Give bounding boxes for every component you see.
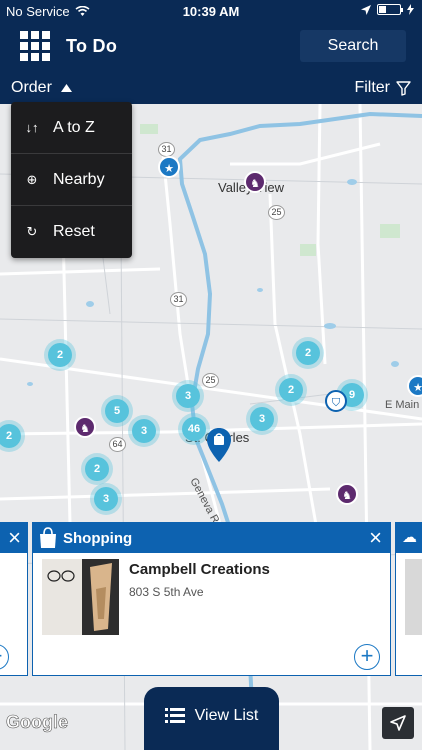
route-shield: 64	[109, 437, 126, 452]
my-location-button[interactable]	[382, 707, 414, 739]
clock: 10:39 AM	[182, 4, 240, 19]
street-label-e-main-st: E Main St	[385, 399, 422, 411]
filter-label: Filter	[354, 79, 390, 96]
map-cluster[interactable]: 2	[296, 341, 320, 365]
sort-option-label: A to Z	[53, 118, 95, 136]
map-cluster[interactable]: 3	[132, 419, 156, 443]
crosshair-icon: ⊕	[26, 171, 38, 187]
view-list-label: View List	[194, 706, 259, 724]
map-cluster[interactable]: 2	[85, 457, 109, 481]
star-poi-icon[interactable]: ★	[407, 375, 422, 397]
route-shield: 31	[158, 142, 175, 157]
place-address: 803 S 5th Ave	[129, 585, 204, 599]
route-shield: 25	[202, 373, 219, 388]
place-name[interactable]: Campbell Creations	[129, 561, 270, 578]
result-cards[interactable]: × + Shopping × Campbell Creations 803 S …	[0, 522, 422, 676]
search-button[interactable]: Search	[300, 30, 406, 62]
close-icon[interactable]: ×	[8, 525, 21, 551]
reset-icon: ↻	[26, 224, 38, 239]
map-cluster[interactable]: 5	[105, 399, 129, 423]
result-card-next[interactable]: ☁	[395, 522, 422, 676]
sort-option-label: Reset	[53, 223, 95, 240]
activity-poi-icon[interactable]: ♞	[336, 483, 358, 505]
battery-icon	[377, 4, 403, 15]
order-button[interactable]: Order	[11, 79, 72, 97]
shopping-poi-icon[interactable]: ⛉	[325, 390, 347, 412]
selected-pin-icon[interactable]	[207, 428, 231, 462]
map-cluster[interactable]: 2	[48, 343, 72, 367]
place-photo	[42, 559, 119, 635]
view-list-button[interactable]: View List	[144, 687, 279, 750]
card-category: Shopping	[63, 530, 133, 547]
sort-option-label: Nearby	[53, 170, 105, 188]
page-title: To Do	[66, 36, 118, 56]
list-icon	[164, 708, 185, 723]
shopping-bag-icon	[40, 527, 56, 548]
result-card[interactable]: Shopping × Campbell Creations 803 S 5th …	[32, 522, 391, 676]
map-cluster[interactable]: 46	[182, 417, 206, 441]
order-label: Order	[11, 79, 52, 96]
map-cluster[interactable]: 3	[250, 407, 274, 431]
status-bar: No Service 10:39 AM	[0, 0, 422, 22]
sort-option-nearby[interactable]: ⊕ Nearby	[11, 154, 132, 206]
navigation-arrow-icon	[390, 715, 406, 731]
sort-option-a-to-z[interactable]: ↓↑ A to Z	[11, 102, 132, 154]
apps-grid-icon[interactable]	[20, 31, 50, 61]
route-shield: 31	[170, 292, 187, 307]
activity-poi-icon[interactable]: ♞	[74, 416, 96, 438]
sort-az-icon: ↓↑	[25, 120, 39, 135]
star-poi-icon[interactable]: ★	[158, 156, 180, 178]
map-cluster[interactable]: 2	[279, 378, 303, 402]
location-arrow-icon	[361, 4, 371, 15]
toolbar: Order Filter	[0, 72, 422, 104]
app-header: To Do Search	[0, 22, 422, 72]
add-plus-icon[interactable]: +	[354, 644, 380, 670]
filter-funnel-icon	[396, 80, 411, 96]
filter-button[interactable]: Filter	[354, 79, 411, 97]
caret-up-icon	[60, 84, 72, 92]
result-card-previous[interactable]: × +	[0, 522, 28, 676]
add-plus-icon[interactable]: +	[0, 644, 9, 670]
spa-stones-icon: ☁	[402, 529, 417, 546]
card-header: Shopping ×	[33, 523, 390, 553]
close-icon[interactable]: ×	[369, 525, 382, 551]
map-cluster[interactable]: 3	[94, 487, 118, 511]
google-attribution: Google	[6, 712, 69, 733]
activity-poi-icon[interactable]: ♞	[244, 171, 266, 193]
map-cluster[interactable]: 3	[176, 384, 200, 408]
sort-option-reset[interactable]: ↻ Reset	[11, 206, 132, 258]
place-photo	[405, 559, 422, 635]
sort-menu: ↓↑ A to Z ⊕ Nearby ↻ Reset	[11, 102, 132, 258]
charging-bolt-icon	[407, 4, 414, 15]
route-shield: 25	[268, 205, 285, 220]
